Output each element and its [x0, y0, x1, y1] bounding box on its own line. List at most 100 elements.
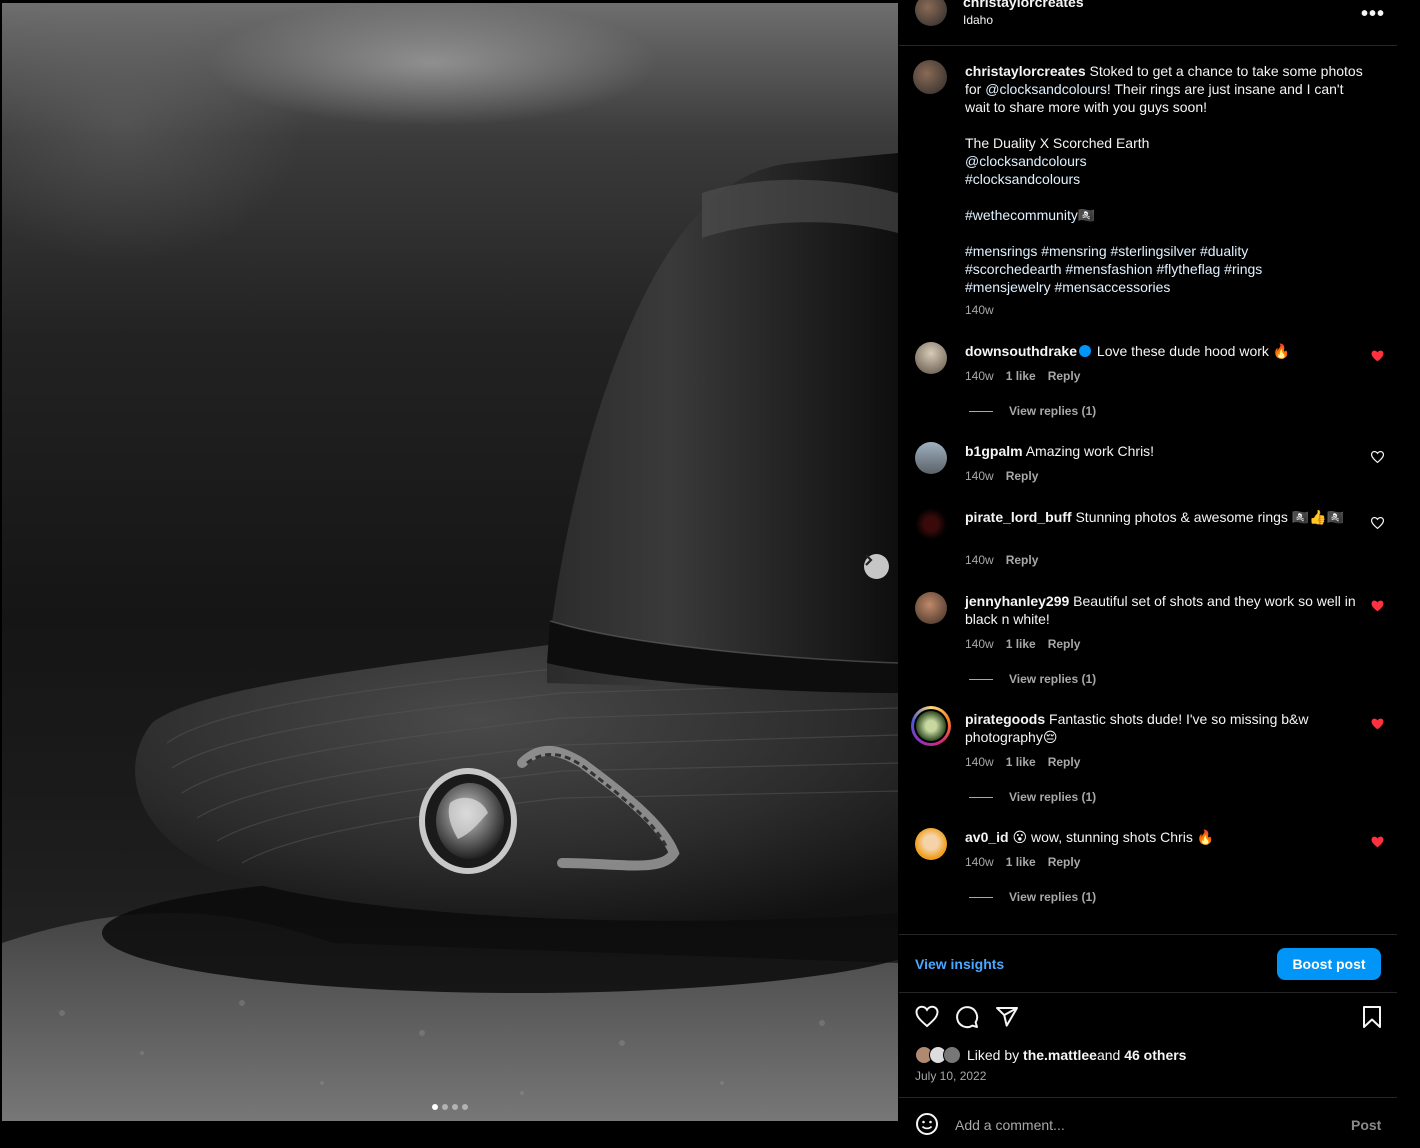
comment-meta: 140w 1 like Reply	[965, 755, 1092, 769]
chevron-right-icon	[865, 554, 873, 566]
share-icon[interactable]	[995, 1005, 1019, 1034]
post-location[interactable]: Idaho	[963, 13, 993, 27]
comment-avatar[interactable]	[915, 828, 947, 860]
comment: downsouthdrake Love these dude hood work…	[965, 342, 1370, 360]
comment-age: 140w	[965, 469, 994, 483]
heart-icon[interactable]	[1370, 450, 1385, 468]
liker-username[interactable]: the.mattlee	[1023, 1047, 1097, 1063]
comment-meta: 140w 1 like Reply	[965, 637, 1092, 651]
hashtags[interactable]: #mensjewelry #mensaccessories	[965, 279, 1170, 295]
caption-mention[interactable]: @clocksandcolours	[985, 81, 1107, 97]
carousel-next-button[interactable]	[864, 554, 889, 579]
view-insights-link[interactable]: View insights	[915, 956, 1004, 972]
comment-avatar[interactable]	[915, 442, 947, 474]
comment-likes[interactable]: 1 like	[1006, 369, 1036, 383]
story-ring[interactable]	[911, 706, 951, 746]
comment-avatar[interactable]	[915, 592, 947, 624]
comment-avatar[interactable]	[915, 508, 947, 540]
page-gutter	[1397, 0, 1420, 1147]
carousel-dot	[462, 1104, 468, 1110]
comment-meta: 140w 1 like Reply	[965, 855, 1092, 869]
view-replies-label: View replies (1)	[1009, 790, 1097, 804]
comment: pirate_lord_buff Stunning photos & aweso…	[965, 508, 1370, 526]
post-photo	[2, 3, 898, 1121]
add-comment-bar: Add a comment... Post	[899, 1097, 1397, 1148]
caption-mention[interactable]: @clocksandcolours	[965, 153, 1087, 169]
comment-icon[interactable]	[955, 1005, 979, 1034]
view-replies-button[interactable]: View replies (1)	[969, 404, 1096, 418]
likes-prefix: Liked by	[967, 1047, 1020, 1063]
likes-others[interactable]: 46 others	[1124, 1047, 1186, 1063]
reply-button[interactable]: Reply	[1006, 553, 1039, 567]
likes-and: and	[1096, 1047, 1121, 1063]
emoji-icon[interactable]	[915, 1112, 939, 1141]
heart-icon[interactable]	[1371, 835, 1384, 853]
reply-button[interactable]: Reply	[1048, 369, 1081, 383]
comment-age: 140w	[965, 855, 994, 869]
likes-summary[interactable]: Liked by the.mattlee and 46 others	[915, 1046, 1186, 1064]
heart-icon[interactable]	[1371, 349, 1384, 367]
post-sidebar: christaylorcreates Idaho ••• christaylor…	[899, 0, 1397, 1147]
view-replies-button[interactable]: View replies (1)	[969, 790, 1096, 804]
heart-icon[interactable]	[1371, 599, 1384, 617]
reply-button[interactable]: Reply	[1048, 855, 1081, 869]
comment-username[interactable]: downsouthdrake	[965, 343, 1077, 359]
comment-text: Love these dude hood work 🔥	[1096, 343, 1291, 359]
reply-button[interactable]: Reply	[1048, 755, 1081, 769]
hashtag[interactable]: #wethecommunity🏴‍☠️	[965, 207, 1095, 223]
post-comment-button[interactable]: Post	[1351, 1117, 1381, 1133]
comment: jennyhanley299 Beautiful set of shots an…	[965, 592, 1370, 628]
verified-icon	[1079, 345, 1092, 357]
comments-list[interactable]: christaylorcreates Stoked to get a chanc…	[899, 46, 1397, 934]
bookmark-icon[interactable]	[1361, 1005, 1383, 1034]
more-icon[interactable]: •••	[1361, 3, 1385, 26]
reply-button[interactable]: Reply	[1006, 469, 1039, 483]
view-replies-label: View replies (1)	[1009, 404, 1097, 418]
view-replies-label: View replies (1)	[1009, 672, 1097, 686]
comment: pirategoods Fantastic shots dude! I've s…	[965, 710, 1370, 746]
action-bar	[899, 1000, 1397, 1040]
comment-username[interactable]: b1gpalm	[965, 443, 1023, 459]
comment-text: 😮 wow, stunning shots Chris 🔥	[1012, 829, 1215, 845]
comment-meta: 140w 1 like Reply	[965, 369, 1092, 383]
reply-button[interactable]: Reply	[1048, 637, 1081, 651]
comment-meta: 140w Reply	[965, 553, 1050, 567]
hashtags[interactable]: #mensrings #mensring #sterlingsilver #du…	[965, 243, 1248, 259]
carousel-indicator	[432, 1104, 468, 1110]
comment-likes[interactable]: 1 like	[1006, 855, 1036, 869]
heart-icon[interactable]	[1370, 516, 1385, 534]
comment-likes[interactable]: 1 like	[1006, 755, 1036, 769]
comment-likes[interactable]: 1 like	[1006, 637, 1036, 651]
caption-age: 140w	[965, 303, 994, 317]
comment-username[interactable]: jennyhanley299	[965, 593, 1069, 609]
post-date: July 10, 2022	[915, 1069, 987, 1083]
comment-meta: 140w Reply	[965, 469, 1050, 483]
comment-username[interactable]: pirate_lord_buff	[965, 509, 1072, 525]
boost-post-button[interactable]: Boost post	[1277, 948, 1381, 980]
comment-avatar[interactable]	[916, 711, 946, 741]
carousel-dot	[442, 1104, 448, 1110]
heart-icon[interactable]	[1371, 717, 1384, 735]
comment-input[interactable]: Add a comment...	[955, 1117, 1065, 1133]
comment-age: 140w	[965, 553, 994, 567]
carousel-dot	[432, 1104, 438, 1110]
comment: av0_id 😮 wow, stunning shots Chris 🔥	[965, 828, 1370, 846]
post-caption: christaylorcreates Stoked to get a chanc…	[965, 62, 1370, 296]
comment-age: 140w	[965, 637, 994, 651]
heart-icon[interactable]	[915, 1005, 939, 1034]
comment-age: 140w	[965, 369, 994, 383]
comment-text: Amazing work Chris!	[1025, 443, 1155, 459]
comment-username[interactable]: av0_id	[965, 829, 1009, 845]
comment-avatar[interactable]	[915, 342, 947, 374]
comment: b1gpalm Amazing work Chris!	[965, 442, 1370, 460]
view-replies-button[interactable]: View replies (1)	[969, 672, 1096, 686]
caption-username[interactable]: christaylorcreates	[965, 63, 1086, 79]
author-username[interactable]: christaylorcreates	[963, 0, 1084, 10]
photo-illustration	[2, 153, 898, 1121]
view-replies-button[interactable]: View replies (1)	[969, 890, 1096, 904]
hashtag[interactable]: #clocksandcolours	[965, 171, 1080, 187]
caption-avatar[interactable]	[913, 60, 947, 94]
author-avatar[interactable]	[915, 0, 947, 26]
hashtags[interactable]: #scorchedearth #mensfashion #flytheflag …	[965, 261, 1262, 277]
comment-username[interactable]: pirategoods	[965, 711, 1045, 727]
